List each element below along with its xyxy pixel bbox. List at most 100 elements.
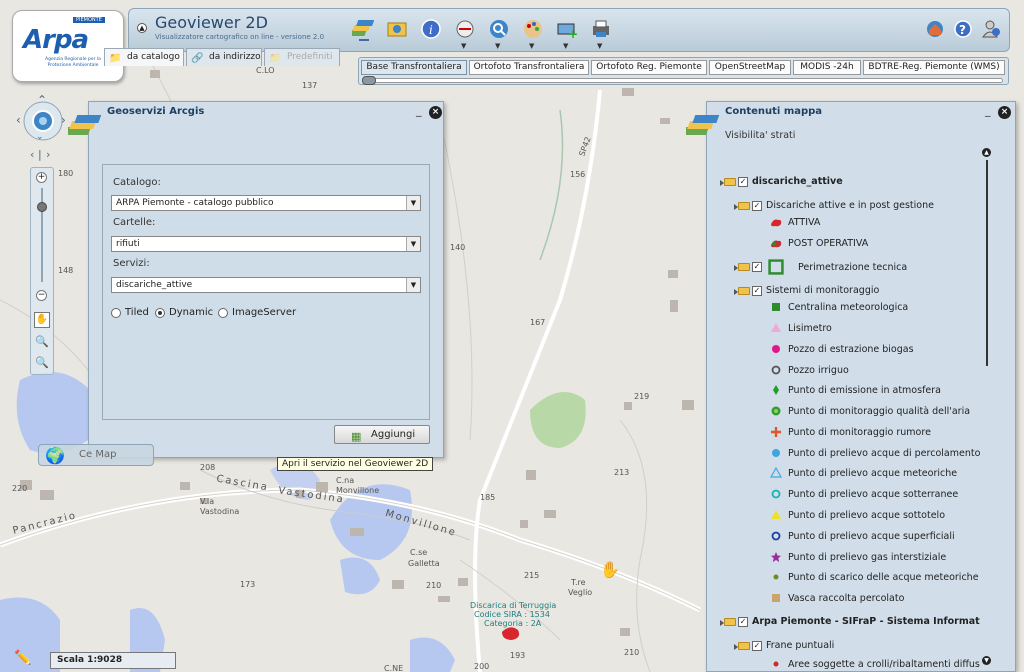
scroll-thumb[interactable] bbox=[986, 160, 988, 366]
tab-da-indirizzo[interactable]: 🔗 da indirizzo bbox=[186, 48, 262, 66]
search-icon[interactable] bbox=[487, 17, 511, 41]
layer-tree-item[interactable]: ✓ Frane puntuali bbox=[734, 640, 834, 651]
minimize-icon[interactable]: _ bbox=[985, 104, 991, 117]
layer-tree-item[interactable]: Pozzo irriguo bbox=[770, 364, 849, 376]
layer-checkbox[interactable]: ✓ bbox=[752, 262, 762, 272]
scroll-up-icon[interactable]: ▲ bbox=[982, 148, 991, 157]
layer-tree-item[interactable]: Lisimetro bbox=[770, 322, 832, 334]
folders-select[interactable]: rifiuti ▼ bbox=[111, 236, 421, 252]
layer-tree-item[interactable]: ✓ Arpa Piemonte - SIFraP - Sistema Inform… bbox=[720, 616, 980, 627]
layer-tree-item[interactable]: Punto di prelievo acque superficiali bbox=[770, 530, 955, 542]
radio-label: Tiled bbox=[125, 307, 149, 318]
tab-da-catalogo[interactable]: 📁 da catalogo bbox=[104, 48, 184, 66]
base-layer-tab[interactable]: OpenStreetMap bbox=[709, 60, 791, 75]
layer-tree-item[interactable]: Punto di scarico delle acque meteoriche bbox=[770, 571, 979, 583]
base-layer-tab[interactable]: Base Transfrontaliera bbox=[361, 60, 467, 75]
map-tools-icon[interactable] bbox=[385, 17, 409, 41]
panel-title: Contenuti mappa bbox=[725, 106, 823, 117]
palette-icon[interactable] bbox=[521, 17, 545, 41]
measure-dropdown-icon[interactable]: ▼ bbox=[461, 42, 466, 50]
layer-tree-item[interactable]: POST OPERATIVA bbox=[770, 237, 868, 249]
base-layer-tab[interactable]: BDTRE-Reg. Piemonte (WMS) bbox=[863, 60, 1005, 75]
layer-tree-item[interactable]: Centralina meteorologica bbox=[770, 301, 908, 313]
pan-up-icon[interactable]: ⌃ bbox=[37, 93, 47, 107]
zoom-box-out-icon[interactable]: 🔍 bbox=[35, 356, 49, 369]
close-icon[interactable]: × bbox=[998, 106, 1011, 119]
layer-tree-item[interactable]: Punto di monitoraggio rumore bbox=[770, 426, 931, 438]
expand-folder-icon[interactable] bbox=[734, 263, 750, 271]
layer-tree-item[interactable]: ✓ Discariche attive e in post gestione bbox=[734, 200, 934, 211]
search-dropdown-icon[interactable]: ▼ bbox=[495, 42, 500, 50]
layer-tree-item[interactable]: Punto di prelievo acque sotterranee bbox=[770, 488, 958, 500]
overview-map-button[interactable]: 🌍 Ce Map bbox=[38, 444, 154, 466]
layer-tree-item[interactable]: Vasca raccolta percolato bbox=[770, 592, 904, 604]
layer-tree-item[interactable]: Punto di prelievo acque di percolamento bbox=[770, 447, 980, 459]
zoom-in-icon[interactable]: + bbox=[36, 172, 47, 183]
base-layer-tab[interactable]: Ortofoto Reg. Piemonte bbox=[591, 60, 707, 75]
zoom-slider-handle[interactable] bbox=[37, 202, 47, 212]
layer-tree-item[interactable]: Punto di prelievo acque meteoriche bbox=[770, 467, 957, 479]
catalog-select[interactable]: ARPA Piemonte - catalogo pubblico ▼ bbox=[111, 195, 421, 211]
layer-tree-item[interactable]: Punto di monitoraggio qualità dell'aria bbox=[770, 405, 970, 417]
home-map-icon[interactable] bbox=[923, 17, 947, 41]
layer-label: ATTIVA bbox=[788, 216, 821, 228]
layer-tree-item[interactable]: Aree soggette a crolli/ribaltamenti diff… bbox=[770, 658, 980, 670]
layer-tree-item[interactable]: ATTIVA bbox=[770, 216, 820, 228]
history-home-icon[interactable]: | bbox=[38, 148, 42, 161]
layer-tree-scrollbar[interactable]: ▲ ▼ bbox=[982, 148, 991, 668]
palette-dropdown-icon[interactable]: ▼ bbox=[529, 42, 534, 50]
expand-folder-icon[interactable] bbox=[720, 617, 736, 626]
opacity-slider[interactable] bbox=[362, 76, 1003, 85]
layer-label: Punto di prelievo acque sotterranee bbox=[788, 488, 959, 500]
help-icon[interactable]: ? bbox=[951, 17, 975, 41]
base-layer-tab[interactable]: MODIS -24h bbox=[793, 60, 861, 75]
add-service-button[interactable]: ▦ Aggiungi bbox=[334, 425, 430, 444]
expand-folder-icon[interactable] bbox=[720, 177, 736, 186]
pan-right-icon[interactable]: › bbox=[61, 113, 66, 127]
layer-tree-item[interactable]: ✓ Perimetrazione tecnica bbox=[734, 259, 907, 275]
opacity-slider-handle[interactable] bbox=[362, 76, 376, 85]
pencil-icon[interactable]: ✏️ bbox=[14, 650, 31, 666]
expand-folder-icon[interactable] bbox=[734, 286, 750, 295]
close-icon[interactable]: × bbox=[429, 106, 442, 119]
zoom-out-icon[interactable]: − bbox=[36, 290, 47, 301]
print-icon[interactable] bbox=[589, 17, 613, 41]
history-forward-icon[interactable]: › bbox=[46, 148, 50, 161]
radio-dynamic[interactable]: Dynamic bbox=[155, 307, 213, 318]
base-layer-tab[interactable]: Ortofoto Transfrontaliera bbox=[469, 60, 589, 75]
layer-tree-item[interactable]: Punto di prelievo acque sottotelo bbox=[770, 509, 945, 521]
layer-checkbox[interactable]: ✓ bbox=[738, 176, 748, 187]
scroll-down-icon[interactable]: ▼ bbox=[982, 656, 991, 665]
pan-hand-icon[interactable]: ✋ bbox=[34, 312, 50, 328]
add-layer-icon[interactable]: + bbox=[555, 17, 579, 41]
history-back-icon[interactable]: ‹ bbox=[30, 148, 34, 161]
layer-tree-item[interactable]: Punto di prelievo gas interstiziale bbox=[770, 551, 946, 563]
layer-checkbox[interactable]: ✓ bbox=[738, 616, 748, 627]
layer-tree-item[interactable]: Pozzo di estrazione biogas bbox=[770, 343, 914, 355]
print-dropdown-icon[interactable]: ▼ bbox=[597, 42, 602, 50]
info-icon[interactable]: i bbox=[419, 17, 443, 41]
add-layer-dropdown-icon[interactable]: ▼ bbox=[563, 42, 568, 50]
layer-tree-item[interactable]: ✓ discariche_attive bbox=[720, 176, 843, 187]
collapse-header-icon[interactable]: ▲ bbox=[137, 23, 147, 33]
layer-checkbox[interactable]: ✓ bbox=[752, 285, 762, 296]
arpa-logo[interactable]: PIEMONTE Arpa Agenzia Regionale per la P… bbox=[12, 10, 124, 82]
zoom-box-in-icon[interactable]: 🔍 bbox=[35, 335, 49, 348]
services-select[interactable]: discariche_attive ▼ bbox=[111, 277, 421, 293]
layer-tree-item[interactable]: ✓ Sistemi di monitoraggio bbox=[734, 285, 879, 296]
pan-left-icon[interactable]: ‹ bbox=[16, 113, 21, 127]
measure-icon[interactable] bbox=[453, 17, 477, 41]
layer-tree-item[interactable]: Punto di emissione in atmosfera bbox=[770, 384, 941, 396]
map-label: 148 bbox=[58, 266, 74, 275]
map-label: Monvillone bbox=[336, 486, 380, 495]
radio-tiled[interactable]: Tiled bbox=[111, 307, 149, 318]
user-info-icon[interactable] bbox=[979, 17, 1003, 41]
expand-folder-icon[interactable] bbox=[734, 201, 750, 210]
layers-icon[interactable] bbox=[351, 17, 375, 41]
pan-down-icon[interactable]: ⌄ bbox=[36, 132, 44, 142]
radio-imageserver[interactable]: ImageServer bbox=[218, 307, 296, 318]
layer-checkbox[interactable]: ✓ bbox=[752, 640, 762, 651]
expand-folder-icon[interactable] bbox=[734, 641, 750, 650]
minimize-icon[interactable]: _ bbox=[416, 104, 422, 117]
layer-checkbox[interactable]: ✓ bbox=[752, 200, 762, 211]
